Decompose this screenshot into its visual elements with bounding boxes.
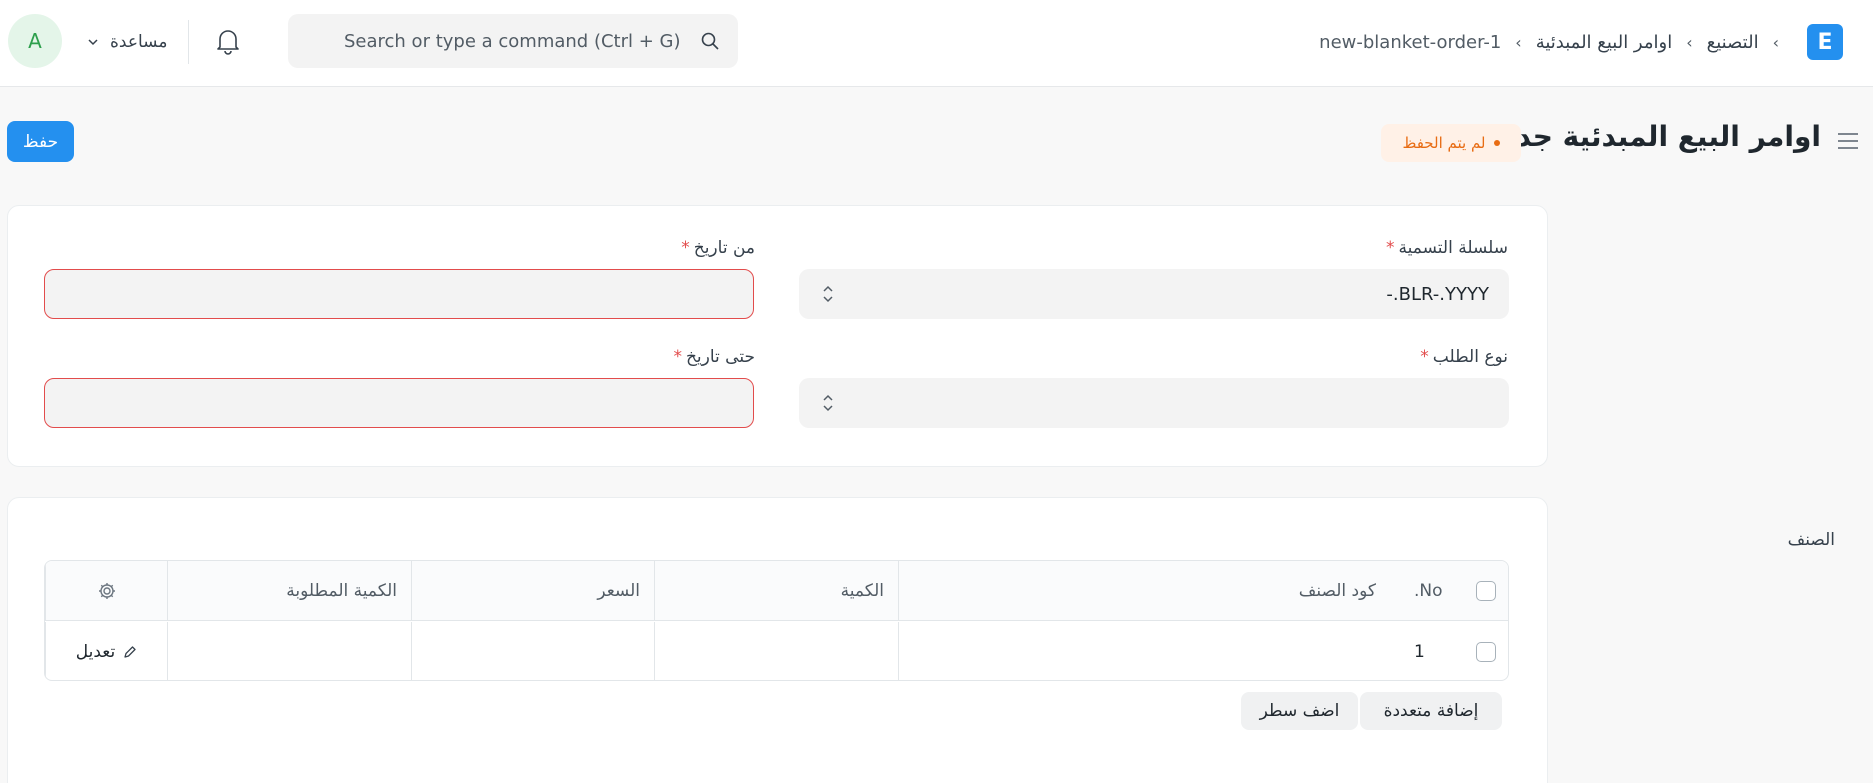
naming-series-label: سلسلة التسمية* — [1386, 238, 1508, 258]
menu-icon[interactable] — [1835, 128, 1861, 154]
items-table: No. كود الصنف الكمية السعر الكمية المطلو… — [44, 560, 1509, 681]
column-settings-cell — [45, 561, 167, 621]
help-label: مساعدة — [110, 32, 168, 52]
row-number: 1 — [1414, 642, 1425, 662]
avatar[interactable]: A — [8, 14, 62, 68]
header-select-cell: No. — [1390, 561, 1508, 621]
bell-icon[interactable] — [214, 26, 242, 56]
cell-qty[interactable] — [654, 622, 898, 680]
search-icon — [701, 32, 719, 50]
order-type-label: نوع الطلب* — [1420, 347, 1508, 367]
column-header-item-code: كود الصنف — [898, 561, 1390, 621]
updown-icon — [823, 394, 833, 412]
cell-ordered-qty[interactable] — [167, 622, 411, 680]
from-date-input[interactable] — [44, 269, 754, 319]
status-dot — [1493, 140, 1500, 146]
updown-icon — [823, 285, 833, 303]
gear-icon[interactable] — [97, 581, 117, 601]
row-checkbox[interactable] — [1476, 642, 1496, 662]
edit-row-button[interactable]: تعديل — [76, 642, 137, 662]
breadcrumb-item-current: new-blanket-order-1 — [1319, 31, 1502, 53]
to-date-input[interactable] — [44, 378, 754, 428]
save-button[interactable]: حفظ — [7, 121, 74, 162]
items-table-title: الصنف — [1787, 530, 1835, 550]
cell-item-code[interactable] — [898, 622, 1390, 680]
column-header-no: No. — [1414, 581, 1443, 601]
required-marker: * — [681, 238, 690, 258]
navbar-divider — [188, 20, 189, 64]
breadcrumb-separator: › — [1515, 32, 1522, 52]
table-row[interactable]: 1 تعديل — [45, 622, 1508, 680]
table-header-row: No. كود الصنف الكمية السعر الكمية المطلو… — [45, 561, 1508, 621]
column-header-qty: الكمية — [654, 561, 898, 621]
search-input[interactable]: Search or type a command (Ctrl + G) — [344, 31, 681, 52]
required-marker: * — [673, 347, 682, 367]
breadcrumb: E › التصنيع › اوامر البيع المبدئية › new… — [1319, 22, 1843, 62]
add-row-button[interactable]: اضف سطر — [1241, 692, 1358, 730]
pencil-icon — [124, 646, 136, 658]
breadcrumb-separator: › — [1772, 32, 1779, 52]
from-date-label-text: من تاريخ — [693, 238, 755, 258]
column-header-rate: السعر — [411, 561, 654, 621]
column-header-ordered-qty: الكمية المطلوبة — [167, 561, 411, 621]
row-edit-cell: تعديل — [45, 622, 167, 680]
add-multiple-button[interactable]: إضافة متعددة — [1360, 692, 1502, 730]
required-marker: * — [1386, 238, 1395, 258]
to-date-label: حتى تاريخ* — [673, 347, 755, 367]
to-date-label-text: حتى تاريخ — [685, 347, 755, 367]
naming-series-label-text: سلسلة التسمية — [1398, 238, 1508, 258]
breadcrumb-separator: › — [1686, 32, 1693, 52]
app-logo[interactable]: E — [1807, 24, 1843, 60]
naming-series-select[interactable]: -.BLR-.YYYY — [799, 269, 1509, 319]
from-date-label: من تاريخ* — [681, 238, 755, 258]
help-dropdown[interactable]: مساعدة — [86, 28, 167, 56]
status-text: لم يتم الحفظ — [1402, 134, 1486, 152]
order-type-label-text: نوع الطلب — [1432, 347, 1508, 367]
status-badge: لم يتم الحفظ — [1381, 124, 1521, 162]
chevron-down-icon — [88, 39, 98, 46]
breadcrumb-item-manufacturing[interactable]: التصنيع — [1707, 32, 1759, 53]
search-bar[interactable]: Search or type a command (Ctrl + G) — [288, 14, 738, 68]
naming-series-value: -.BLR-.YYYY — [1386, 283, 1489, 305]
row-select-cell: 1 — [1390, 622, 1508, 680]
edit-label: تعديل — [75, 642, 116, 662]
required-marker: * — [1420, 347, 1429, 367]
breadcrumb-item-blanket-order[interactable]: اوامر البيع المبدئية — [1536, 32, 1673, 53]
page-title: اوامر البيع المبدئية جديد — [1489, 120, 1821, 153]
cell-rate[interactable] — [411, 622, 654, 680]
select-all-checkbox[interactable] — [1476, 581, 1496, 601]
order-type-select[interactable] — [799, 378, 1509, 428]
navbar: A مساعدة Search or type a command (Ctrl … — [0, 0, 1873, 87]
